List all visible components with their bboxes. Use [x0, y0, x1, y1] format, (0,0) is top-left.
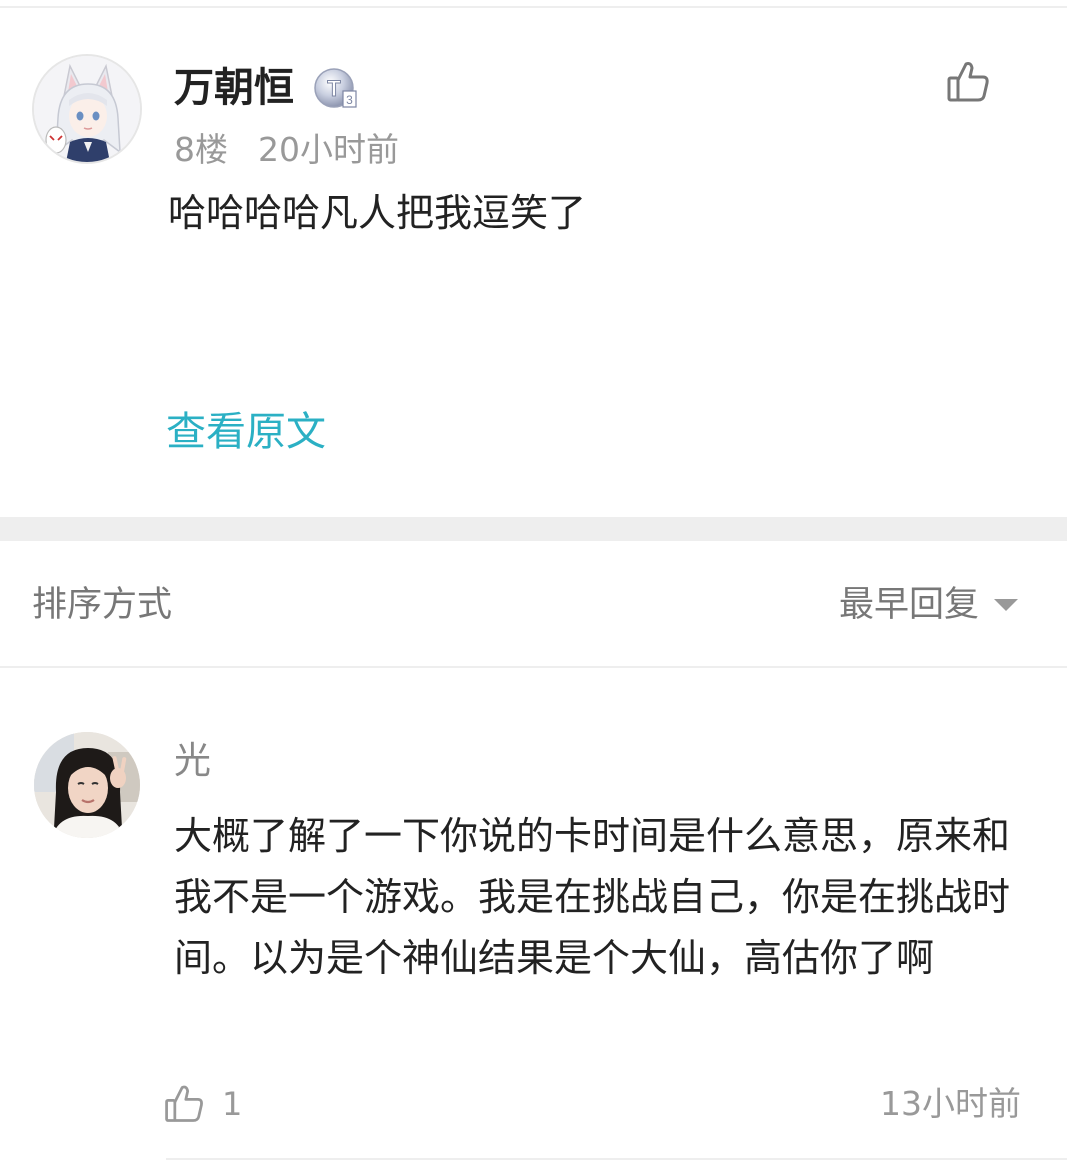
- sort-label: 排序方式: [32, 585, 173, 625]
- thumbs-up-icon[interactable]: [944, 58, 992, 106]
- top-divider: [0, 6, 1067, 8]
- thumbs-up-icon[interactable]: [162, 1082, 206, 1126]
- post-meta: 8楼 20小时前: [174, 130, 399, 170]
- view-original-link[interactable]: 查看原文: [166, 407, 326, 457]
- section-divider: [0, 517, 1067, 541]
- floor-number: 8楼: [174, 130, 228, 169]
- sort-value[interactable]: 最早回复: [839, 584, 979, 626]
- reply-content: 大概了解了一下你说的卡时间是什么意思，原来和我不是一个游戏。我是在挑战自己，你是…: [174, 814, 1011, 980]
- chevron-down-icon[interactable]: [993, 598, 1019, 612]
- post-content: 哈哈哈哈凡人把我逗笑了: [168, 191, 587, 235]
- reply-time: 13小时前: [880, 1084, 1021, 1123]
- reply-like-button[interactable]: 1: [162, 1082, 242, 1126]
- like-count: 1: [222, 1085, 243, 1123]
- level-badge-letter: T: [327, 76, 341, 101]
- post-author-name[interactable]: 万朝恒: [174, 64, 294, 112]
- post-time: 20小时前: [258, 130, 399, 169]
- sort-dropdown[interactable]: 最早回复: [839, 584, 1019, 626]
- post-author-avatar[interactable]: [32, 54, 142, 164]
- sort-divider: [0, 666, 1067, 668]
- bottom-divider: [166, 1158, 1067, 1160]
- reply-author-avatar[interactable]: [34, 732, 140, 838]
- level-badge: T 3: [312, 66, 360, 110]
- comment-page: 万朝恒 T 3 8楼 20小时前 哈哈哈哈凡人把我逗笑了 查看原文 排序方式 最…: [0, 0, 1067, 1167]
- reply-author-name[interactable]: 光: [174, 738, 211, 784]
- level-badge-number: 3: [346, 93, 353, 107]
